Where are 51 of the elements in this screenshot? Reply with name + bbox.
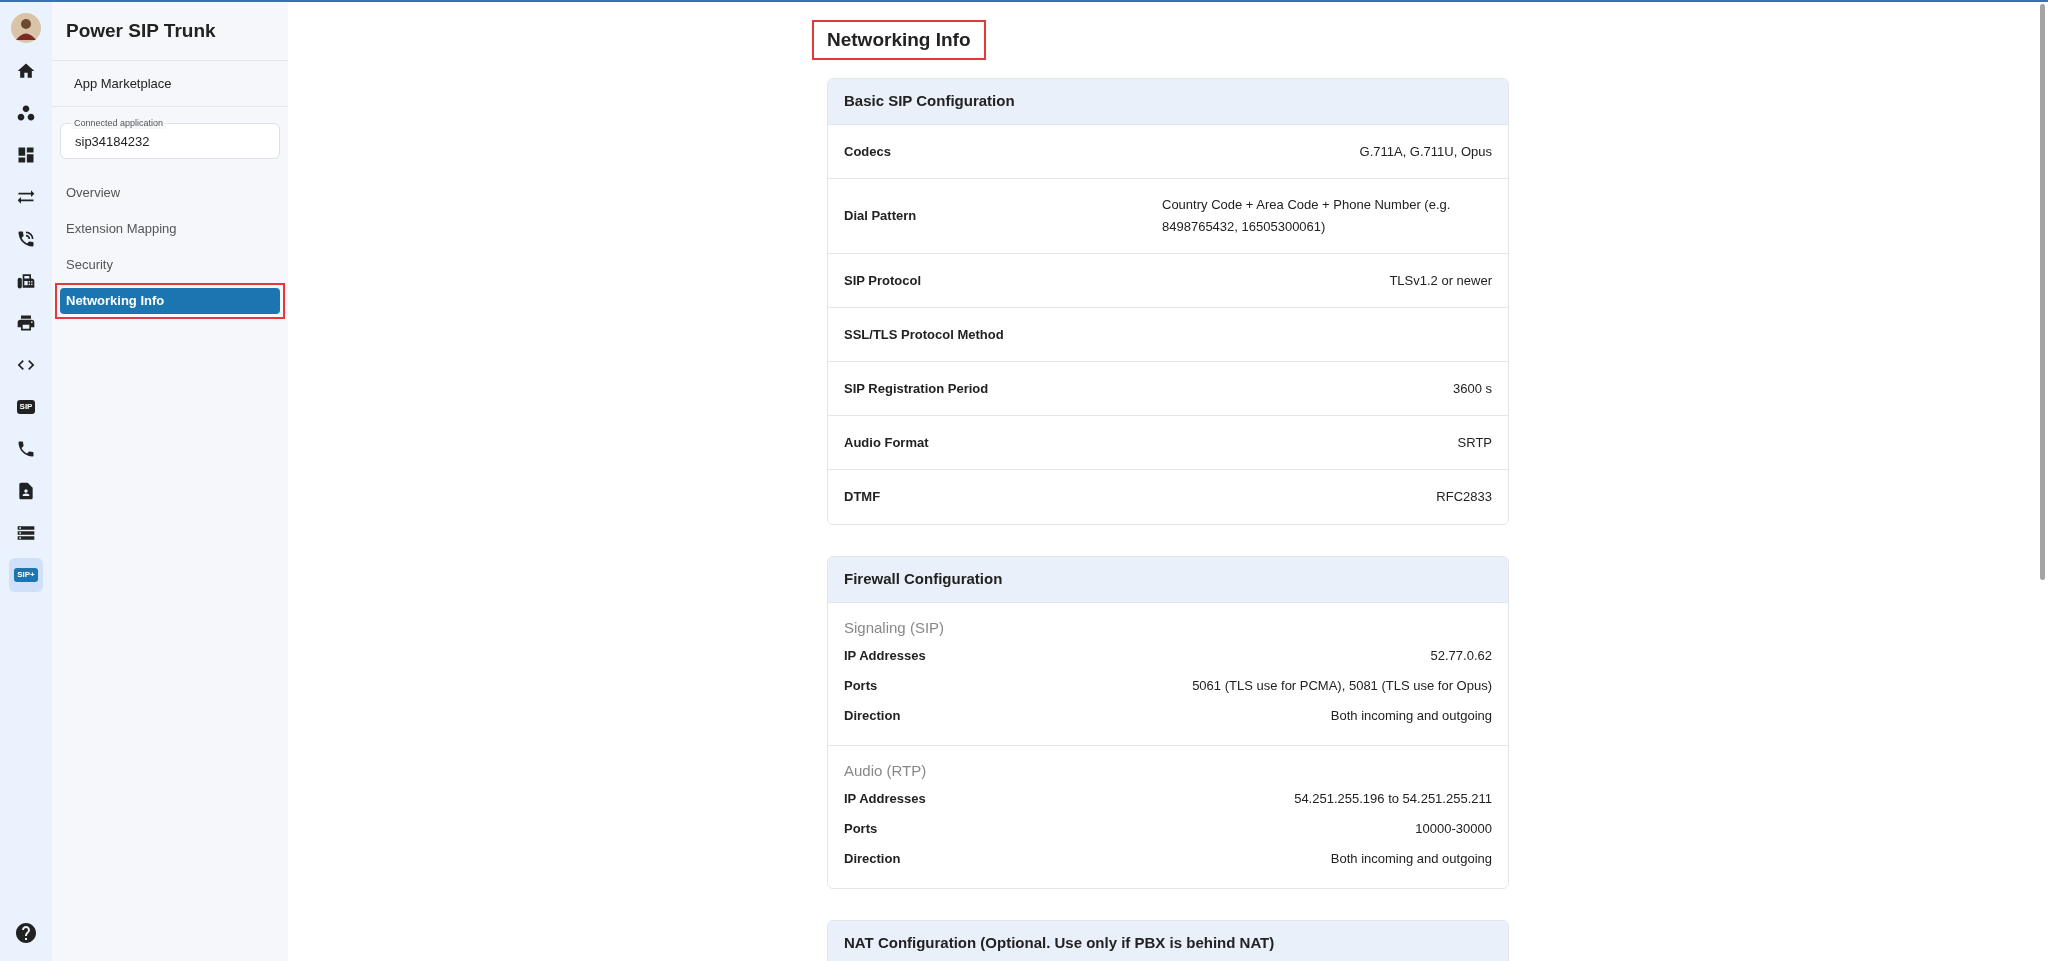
- nav-item[interactable]: Extension Mapping: [60, 216, 280, 242]
- field-value: SRTP: [1457, 433, 1492, 452]
- field-value: Country Code + Area Code + Phone Number (e.g. 8498765432, 16505300061): [1162, 196, 1452, 236]
- field-label: IP Addresses: [844, 790, 927, 809]
- field-label: Audio Format: [844, 433, 930, 452]
- field-label: Ports: [844, 820, 879, 839]
- card-title: Firewall Configuration: [844, 569, 1003, 590]
- field-label: Ports: [844, 677, 879, 696]
- field-value: Both incoming and outgoing: [1330, 850, 1492, 868]
- field-value: TLSv1.2 or newer: [1389, 271, 1492, 290]
- field-value: 10000-30000: [1415, 820, 1492, 838]
- app-title: Power SIP Trunk: [66, 18, 216, 43]
- nav-item[interactable]: Networking Info: [60, 288, 280, 314]
- avatar[interactable]: [11, 13, 41, 43]
- field-label: Direction: [844, 707, 902, 726]
- nav-item[interactable]: Security: [60, 252, 280, 278]
- contact-card-icon: [16, 481, 36, 501]
- field-value: RFC2833: [1436, 488, 1492, 506]
- field-value: 52.77.0.62: [1430, 647, 1492, 665]
- field-value: G.711A, G.711U, Opus: [1359, 142, 1492, 161]
- group-title: Audio (RTP): [844, 760, 927, 781]
- card-title: NAT Configuration (Optional. Use only if PBX is behind NAT): [844, 933, 1275, 954]
- field-value: Both incoming and outgoing: [1330, 707, 1492, 725]
- field-label: Dial Pattern: [844, 207, 918, 226]
- field-label: DTMF: [844, 488, 882, 507]
- phone-icon: [16, 229, 36, 249]
- field-label: IP Addresses: [844, 647, 927, 666]
- home-icon: [16, 61, 36, 81]
- dashboard-icon: [16, 145, 36, 165]
- phone-icon: [16, 439, 36, 459]
- sip-button[interactable]: SIP+: [9, 558, 43, 592]
- page-heading: Networking Info: [827, 28, 971, 52]
- card-title: Basic SIP Configuration: [844, 91, 1015, 112]
- marketplace-link[interactable]: App Marketplace: [74, 73, 172, 94]
- field-label: Direction: [844, 850, 902, 869]
- field-value: 3600 s: [1452, 379, 1492, 398]
- field-value: 5061 (TLS use for PCMA), 5081 (TLS use for Opus): [1192, 677, 1492, 695]
- fax-icon: [16, 271, 36, 291]
- field-label: SIP Protocol: [844, 271, 923, 290]
- scrollbar-thumb[interactable]: [2040, 4, 2045, 580]
- field-label: SIP Registration Period: [844, 379, 990, 398]
- printer-icon: [16, 313, 36, 333]
- circles-icon: [16, 103, 36, 123]
- nav-item[interactable]: Overview: [60, 180, 280, 206]
- sip-button[interactable]: SIP: [9, 390, 43, 424]
- field-value: 54.251.255.196 to 54.251.255.211: [1294, 790, 1492, 808]
- server-icon: [16, 523, 36, 543]
- help-icon[interactable]: [14, 921, 38, 945]
- field-label: SSL/TLS Protocol Method: [844, 325, 1005, 344]
- field-label: Codecs: [844, 142, 892, 161]
- group-title: Signaling (SIP): [844, 617, 945, 638]
